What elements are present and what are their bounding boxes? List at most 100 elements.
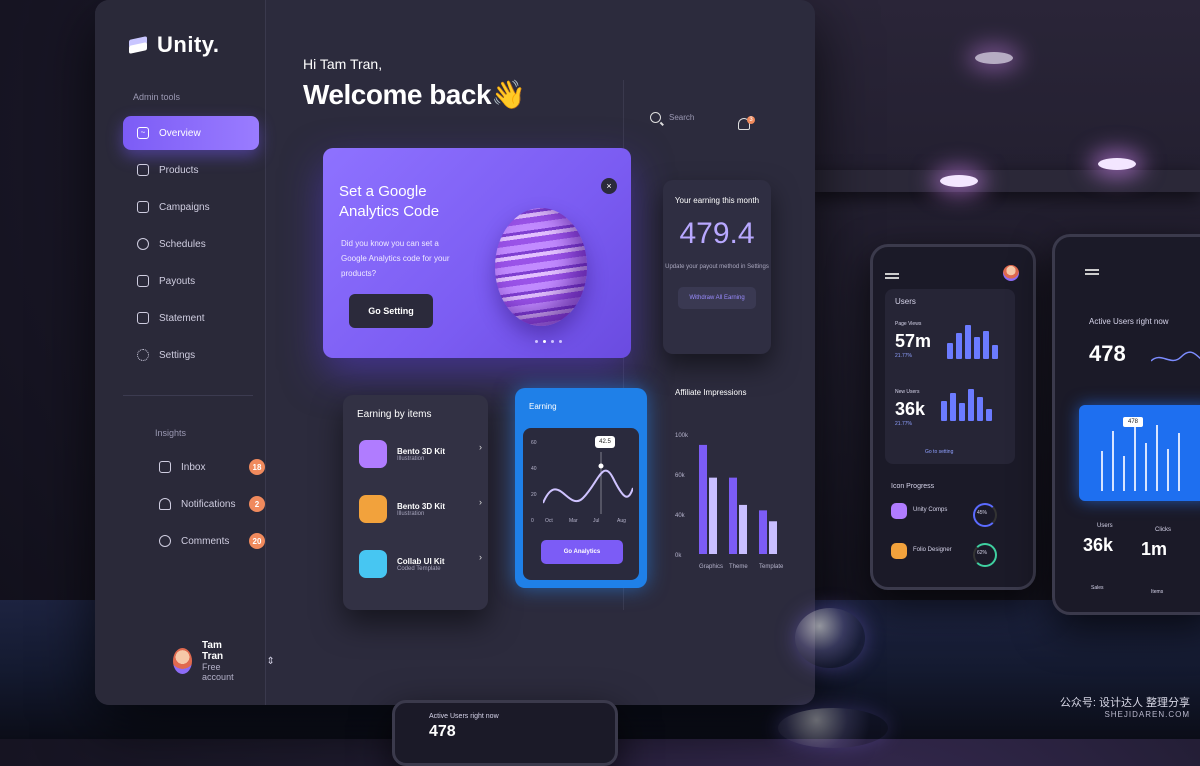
earning-chart-area: 42.5 60 40 20 0 Oct Mar Jul Aug Go Analy… bbox=[523, 428, 639, 580]
chevron-right-icon: › bbox=[479, 497, 482, 507]
go-analytics-button[interactable]: Go Analytics bbox=[541, 540, 623, 564]
clicks-label: Clicks bbox=[1155, 527, 1171, 533]
card-title: Earning by items bbox=[357, 409, 432, 420]
metric-label: New Users bbox=[895, 389, 920, 395]
insights-label: Insights bbox=[155, 428, 187, 438]
divider bbox=[123, 395, 253, 396]
y-tick-label: 0k bbox=[675, 553, 682, 559]
sidebar-item-settings[interactable]: Settings bbox=[123, 338, 259, 372]
sidebar-item-schedules[interactable]: Schedules bbox=[123, 227, 259, 261]
logo[interactable]: Unity. bbox=[127, 32, 219, 58]
affiliate-impressions-card: Affiliate Impressions 100k 60k 40k 0k Graphi… bbox=[675, 384, 805, 594]
progress-percent: 45% bbox=[977, 510, 988, 516]
sidebar-item-inbox[interactable]: Inbox 18 bbox=[145, 450, 273, 484]
go-to-setting-link[interactable]: Go to setting bbox=[925, 449, 953, 455]
search-bar[interactable]: Search bbox=[650, 112, 694, 123]
collab-kit-thumbnail bbox=[359, 550, 387, 578]
list-item[interactable]: Bento 3D Kit Illustration › bbox=[359, 495, 484, 523]
3d-sphere-illustration bbox=[495, 208, 587, 326]
ceiling-lamp bbox=[1098, 158, 1136, 170]
clicks-value: 1m bbox=[1141, 539, 1168, 559]
sidebar-item-overview[interactable]: ~ Overview bbox=[123, 116, 259, 150]
x-tick-label: Theme bbox=[729, 564, 748, 570]
menu-icon[interactable] bbox=[885, 273, 899, 275]
page-views-bars bbox=[947, 325, 998, 359]
list-item[interactable]: Bento 3D Kit Illustration › bbox=[359, 440, 484, 468]
item-category: Coded Template bbox=[397, 565, 441, 572]
wallet-icon bbox=[137, 275, 149, 287]
sales-label: Sales bbox=[1091, 585, 1104, 591]
sidebar-item-label: Payouts bbox=[159, 275, 196, 287]
unity-comps-thumbnail bbox=[891, 503, 907, 519]
items-label: Items bbox=[1151, 589, 1164, 595]
sidebar-item-label: Comments bbox=[181, 535, 230, 547]
withdraw-button[interactable]: Withdraw All Earning bbox=[678, 287, 756, 309]
y-tick-label: 40k bbox=[675, 513, 686, 519]
y-tick-label: 20 bbox=[531, 492, 537, 498]
go-setting-button[interactable]: Go Setting bbox=[349, 294, 433, 328]
bar-template-1[interactable] bbox=[769, 521, 777, 554]
x-tick-label: Jul bbox=[593, 518, 600, 524]
admin-tools-label: Admin tools bbox=[133, 92, 181, 102]
bar-template-0[interactable] bbox=[759, 510, 767, 554]
chevron-right-icon: › bbox=[479, 442, 482, 452]
chart-icon: ~ bbox=[137, 127, 149, 139]
sidebar-item-payouts[interactable]: Payouts bbox=[123, 264, 259, 298]
trend-line bbox=[1151, 351, 1200, 362]
bag-icon bbox=[137, 164, 149, 176]
user-profile[interactable]: Tam Tran Free account ⇕ bbox=[173, 640, 275, 682]
bar-theme-0[interactable] bbox=[729, 477, 737, 554]
ceiling-lamp bbox=[940, 175, 978, 187]
shelf-board bbox=[810, 170, 1200, 192]
users-label: Users bbox=[1097, 523, 1113, 529]
glass-sphere bbox=[795, 608, 865, 668]
new-users-value: 36k bbox=[895, 399, 926, 419]
sidebar-item-label: Notifications bbox=[181, 498, 236, 510]
sidebar-item-products[interactable]: Products bbox=[123, 153, 259, 187]
chart-title: Affiliate Impressions bbox=[675, 388, 747, 397]
greeting: Hi Tam Tran, bbox=[303, 56, 383, 72]
sidebar-item-campaigns[interactable]: Campaigns bbox=[123, 190, 259, 224]
item-name: Bento 3D Kit bbox=[397, 446, 445, 456]
sidebar-item-statement[interactable]: Statement bbox=[123, 301, 259, 335]
close-icon[interactable]: × bbox=[601, 178, 617, 194]
sidebar-item-label: Campaigns bbox=[159, 201, 210, 213]
y-tick-label: 0 bbox=[531, 518, 534, 524]
item-name: Bento 3D Kit bbox=[397, 501, 445, 511]
earning-subtitle: Update your payout method in Settings bbox=[665, 264, 769, 270]
sidebar-item-notifications[interactable]: Notifications 2 bbox=[145, 487, 273, 521]
document-icon bbox=[137, 312, 149, 324]
item-category: Illustration bbox=[397, 455, 425, 462]
bell-icon bbox=[159, 498, 171, 510]
list-item[interactable]: Collab UI Kit Coded Template › bbox=[359, 550, 484, 578]
avatar[interactable] bbox=[1003, 265, 1019, 281]
menu-icon[interactable] bbox=[1085, 269, 1099, 271]
y-tick-label: 60 bbox=[531, 440, 537, 446]
gear-icon bbox=[137, 349, 149, 361]
bar-graphics-0[interactable] bbox=[699, 444, 707, 554]
comment-icon bbox=[159, 535, 171, 547]
brand-name: Unity. bbox=[157, 32, 220, 57]
progress-item-name: Unity Comps bbox=[913, 507, 948, 513]
sidebar-item-comments[interactable]: Comments 20 bbox=[145, 524, 273, 558]
page-views-value: 57m bbox=[895, 331, 932, 351]
earning-line bbox=[543, 452, 633, 514]
chevron-updown-icon[interactable]: ⇕ bbox=[267, 656, 275, 667]
affiliate-bar-chart: 100k 60k 40k 0k Graphics Theme Template bbox=[675, 433, 784, 570]
progress-title: Icon Progress bbox=[891, 483, 935, 490]
bar-graphics-1[interactable] bbox=[709, 477, 717, 554]
bento-kit-thumbnail bbox=[359, 440, 387, 468]
metric-label: Page Views bbox=[895, 321, 922, 327]
item-category: Illustration bbox=[397, 510, 425, 517]
earning-card-title: Earning bbox=[529, 402, 557, 411]
active-users-chart: 478 bbox=[1079, 405, 1200, 501]
progress-percent: 62% bbox=[977, 550, 988, 556]
metric-change: 21.77% bbox=[895, 353, 912, 359]
watermark: 公众号: 设计达人 整理分享 SHEJIDAREN.COM bbox=[1030, 694, 1190, 719]
chart-tooltip: 42.5 bbox=[595, 436, 615, 448]
bar-theme-1[interactable] bbox=[739, 504, 747, 554]
page-title: Welcome back👋 bbox=[303, 79, 526, 110]
carousel-dots[interactable] bbox=[535, 340, 562, 343]
progress-item-name: Folio Designer bbox=[913, 547, 952, 553]
earning-chart-card: Earning 42.5 60 40 20 0 Oct Mar Jul Aug … bbox=[515, 388, 647, 588]
